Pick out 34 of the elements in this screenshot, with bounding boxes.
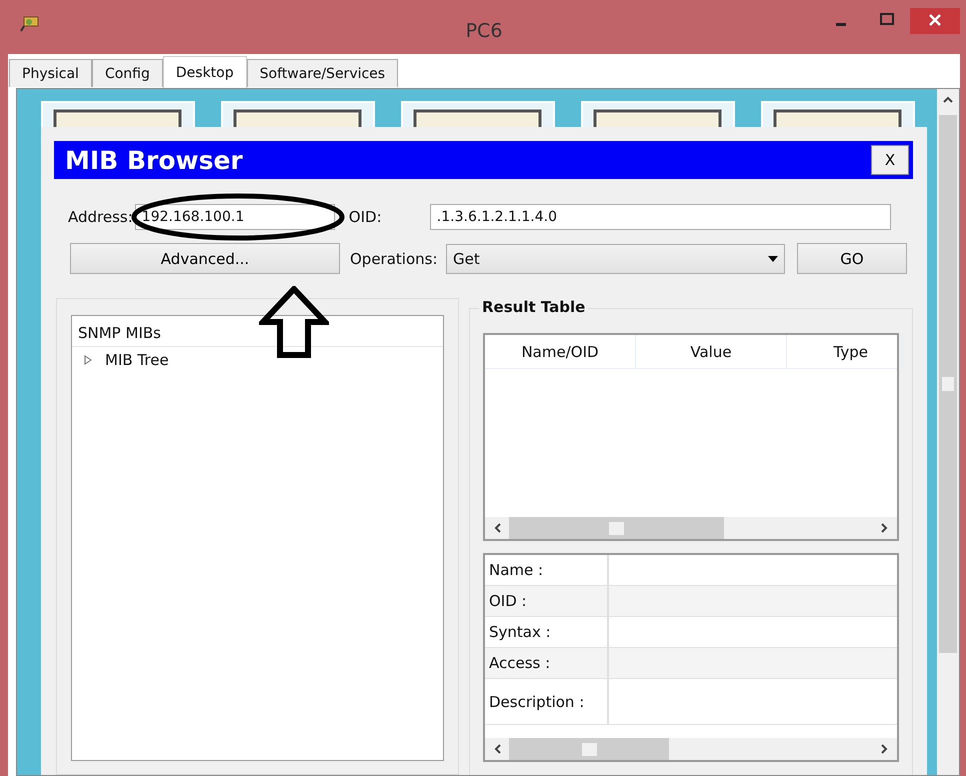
close-icon[interactable] [910,8,960,34]
expand-icon[interactable] [84,355,93,365]
column-header[interactable]: Type [787,335,903,368]
scroll-thumb[interactable] [939,115,957,653]
go-button[interactable]: GO [797,243,907,274]
tab[interactable]: Software/Services [246,59,398,87]
tab[interactable]: Desktop [162,56,247,88]
scroll-thumb[interactable] [509,738,670,760]
up-arrow-drawing [259,286,329,358]
address-field[interactable]: 192.168.100.1 [134,204,335,230]
scroll-up-icon[interactable] [942,95,954,105]
horizontal-scrollbar[interactable] [485,738,897,760]
advanced-button[interactable]: Advanced... [70,243,340,274]
tree-item[interactable]: MIB Tree [72,347,443,373]
tab[interactable]: Config [92,59,163,87]
tab[interactable]: Physical [9,59,92,87]
address-label: Address: [68,208,133,226]
oid-field[interactable]: .1.3.6.1.2.1.1.4.0 [430,204,891,230]
detail-label: Description : [485,679,609,724]
operations-dropdown[interactable]: Get [446,244,785,274]
detail-label: OID : [485,586,609,616]
operations-label: Operations: [350,250,439,268]
vertical-scrollbar[interactable] [937,89,959,775]
close-button[interactable]: X [871,145,909,175]
oid-label: OID: [348,208,383,226]
detail-label: Access : [485,648,609,678]
tree-header: SNMP MIBs [72,316,443,347]
window-title: PC6 [464,20,504,42]
dropdown-caret-icon [768,256,778,262]
column-header[interactable]: Value [636,335,787,368]
horizontal-scrollbar[interactable] [485,517,897,539]
column-header[interactable]: Name/OID [485,335,636,368]
scroll-thumb[interactable] [509,517,724,539]
dialog-title: MIB Browser [65,146,243,174]
